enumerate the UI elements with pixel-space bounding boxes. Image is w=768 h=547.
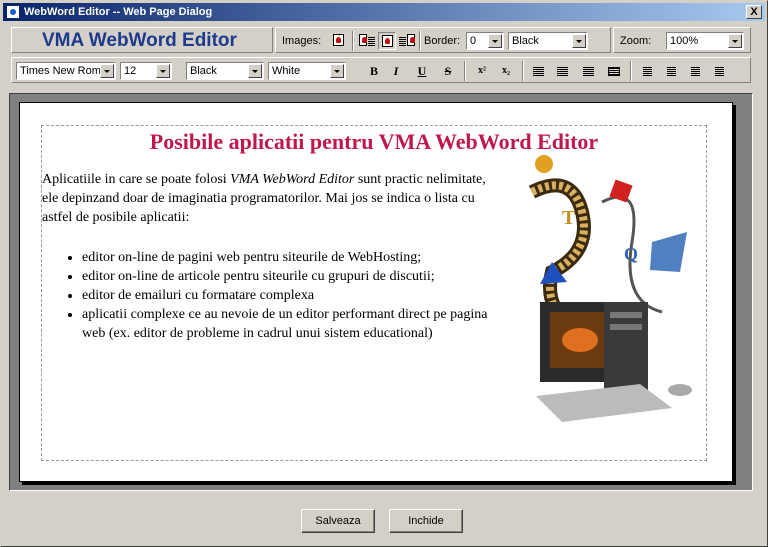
- align-left-icon: [533, 67, 544, 76]
- subscript-button[interactable]: x₂: [496, 62, 516, 80]
- italic-button[interactable]: I: [386, 62, 406, 80]
- computer-clipart-image: T Q: [528, 155, 692, 422]
- border-color-value: Black: [512, 35, 539, 47]
- list-item: aplicatii complexe ce au nevoie de un ed…: [82, 305, 512, 343]
- content-box: Posibile aplicatii pentru VMA WebWord Ed…: [41, 125, 707, 461]
- back-color-value: White: [272, 65, 301, 77]
- font-family-value: Times New Roman: [20, 65, 102, 77]
- toolbar-row-2: Times New Roman 12 Black White B I U S x…: [9, 57, 759, 83]
- chevron-down-icon: [488, 34, 502, 48]
- strikethrough-button[interactable]: S: [438, 62, 458, 80]
- separator: [352, 31, 354, 51]
- justify-button[interactable]: [604, 62, 624, 80]
- image-left-icon: [359, 34, 367, 46]
- outdent-button[interactable]: [684, 62, 704, 80]
- superscript-button[interactable]: x²: [472, 62, 492, 80]
- separator: [522, 61, 524, 81]
- font-size-select[interactable]: 12: [120, 62, 172, 80]
- align-right-icon: [583, 67, 594, 76]
- image-align-left-button[interactable]: [358, 32, 376, 50]
- underline-button[interactable]: U: [412, 62, 432, 80]
- bold-button[interactable]: B: [364, 62, 384, 80]
- font-family-select[interactable]: Times New Roman: [16, 62, 116, 80]
- image-align-center-button[interactable]: [378, 32, 396, 50]
- chevron-down-icon: [330, 64, 344, 78]
- bullet-list-icon: [667, 67, 676, 76]
- indent-button[interactable]: [708, 62, 728, 80]
- intro-italic-name: VMA WebWord Editor: [230, 172, 355, 187]
- align-left-button[interactable]: [528, 62, 548, 80]
- border-label: Border:: [424, 35, 461, 47]
- close-window-button[interactable]: X: [746, 5, 762, 19]
- editor-canvas: Posibile aplicatii pentru VMA WebWord Ed…: [9, 93, 753, 491]
- insert-image-button[interactable]: [330, 32, 348, 50]
- back-color-select[interactable]: White: [268, 62, 346, 80]
- unordered-list-button[interactable]: [660, 62, 680, 80]
- svg-text:T: T: [562, 207, 576, 229]
- text-lines-icon: [399, 37, 406, 46]
- application-list: editor on-line de pagini web pentru site…: [42, 248, 512, 343]
- indent-icon: [715, 67, 724, 76]
- separator: [419, 31, 421, 51]
- border-color-select[interactable]: Black: [508, 32, 588, 50]
- dialog-window: WebWord Editor -- Web Page Dialog X VMA …: [0, 0, 768, 547]
- format-panel: Times New Roman 12 Black White B I U S x…: [11, 57, 751, 83]
- list-item: editor de emailuri cu formatare complexa: [82, 286, 512, 305]
- chevron-down-icon: [156, 64, 170, 78]
- image-icon: [333, 34, 344, 46]
- fore-color-value: Black: [190, 65, 217, 77]
- ie-page-icon: [6, 5, 20, 19]
- chevron-down-icon: [100, 64, 114, 78]
- save-button[interactable]: Salveaza: [301, 509, 375, 533]
- window-title: WebWord Editor -- Web Page Dialog: [24, 6, 213, 18]
- fore-color-select[interactable]: Black: [186, 62, 264, 80]
- border-width-select[interactable]: 0: [466, 32, 504, 50]
- align-center-button[interactable]: [552, 62, 572, 80]
- text-lines-icon: [368, 37, 375, 46]
- zoom-select[interactable]: 100%: [666, 32, 744, 50]
- title-bar: WebWord Editor -- Web Page Dialog X: [3, 3, 765, 21]
- align-center-icon: [557, 67, 568, 76]
- image-align-right-button[interactable]: [398, 32, 416, 50]
- font-size-value: 12: [124, 65, 137, 77]
- zoom-value: 100%: [670, 35, 699, 47]
- separator: [630, 61, 632, 81]
- numbered-list-icon: [643, 67, 652, 76]
- ordered-list-button[interactable]: [636, 62, 656, 80]
- separator: [464, 61, 466, 81]
- zoom-label: Zoom:: [620, 35, 652, 47]
- image-center-icon: [382, 35, 393, 47]
- intro-text-start: Aplicatiile in care se poate folosi: [42, 172, 231, 187]
- chevron-down-icon: [728, 34, 742, 48]
- intro-paragraph: Aplicatiile in care se poate folosi VMA …: [42, 170, 502, 227]
- editable-page[interactable]: Posibile aplicatii pentru VMA WebWord Ed…: [19, 102, 733, 482]
- border-width-value: 0: [470, 35, 477, 47]
- image-right-icon: [407, 34, 415, 46]
- chevron-down-icon: [572, 34, 586, 48]
- list-item: editor on-line de articole pentru siteur…: [82, 267, 512, 286]
- list-item: editor on-line de pagini web pentru site…: [82, 248, 512, 267]
- zoom-panel: Zoom: 100%: [613, 27, 751, 53]
- brand-panel: VMA WebWord Editor: [11, 27, 273, 53]
- images-label: Images:: [282, 35, 322, 47]
- chevron-down-icon: [248, 64, 262, 78]
- image-border-panel: Images: Border: 0 Black: [275, 27, 611, 53]
- justify-icon: [608, 67, 620, 76]
- svg-text:Q: Q: [624, 244, 638, 264]
- brand-title: VMA WebWord Editor: [42, 30, 237, 51]
- toolbar-row-1: VMA WebWord Editor Images: Border: 0 Bla…: [9, 27, 759, 53]
- align-right-button[interactable]: [578, 62, 598, 80]
- outdent-icon: [691, 67, 700, 76]
- close-button[interactable]: Inchide: [389, 509, 463, 533]
